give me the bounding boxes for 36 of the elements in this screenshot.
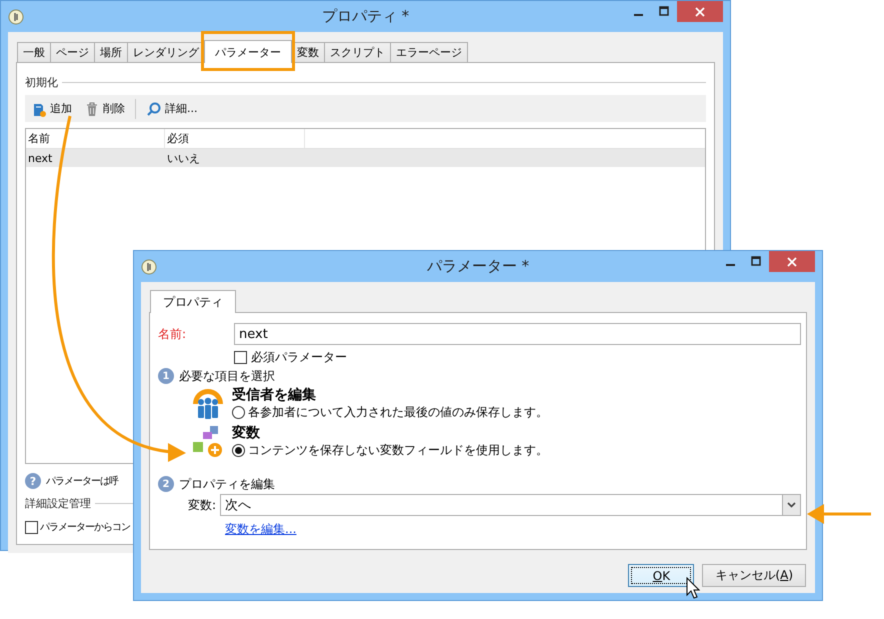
section-title: 初期化 [25, 74, 58, 90]
tab[interactable]: パラメーター [204, 40, 292, 63]
field-label: 変数: [188, 496, 216, 514]
help-icon: ? [25, 473, 41, 489]
toolbar-button[interactable]: 追加 [29, 98, 74, 118]
tab[interactable]: 場所 [94, 42, 128, 62]
help-text: パラメーターは呼 [46, 474, 118, 488]
section-title: 詳細設定管理 [25, 496, 91, 510]
option-title: 受信者を編集 [232, 386, 317, 404]
step-number: 1 [158, 368, 174, 384]
field-label: 名前: [158, 326, 188, 342]
option-description: コンテンツを保存しない変数フィールドを使用します。 [248, 442, 548, 459]
tab[interactable]: ページ [50, 42, 95, 62]
option-description: 各参加者について入力された最後の値のみ保存します。 [248, 404, 548, 421]
window-title: プロパティ * [322, 7, 410, 26]
tab[interactable]: プロパティ [150, 290, 236, 313]
column-header: 名前 [26, 129, 165, 148]
step-label: プロパティを編集 [179, 476, 275, 492]
dropdown[interactable]: 次へ [220, 494, 801, 516]
tab[interactable]: 一般 [17, 42, 51, 62]
checkbox-label: パラメーターからコン [40, 521, 130, 534]
dialog-button[interactable]: キャンセル(A) [702, 564, 806, 587]
table-row[interactable]: next いいえ [26, 149, 705, 167]
checkbox-label: 必須パラメーター [251, 348, 347, 366]
dialog-button[interactable]: OK [628, 564, 694, 587]
option-title: 変数 [232, 424, 261, 442]
step-label: 必要な項目を選択 [179, 368, 275, 384]
tab[interactable]: スクリプト [324, 42, 391, 62]
input-field[interactable]: next [234, 323, 801, 345]
step-number: 2 [158, 476, 174, 492]
edit-link[interactable]: 変数を編集... [225, 522, 296, 536]
tab[interactable]: エラーページ [390, 42, 468, 62]
column-header: 必須 [165, 129, 305, 148]
toolbar-button[interactable]: 詳細... [144, 98, 200, 118]
window-title: パラメーター * [426, 257, 530, 276]
toolbar-button[interactable]: 削除 [82, 98, 127, 118]
